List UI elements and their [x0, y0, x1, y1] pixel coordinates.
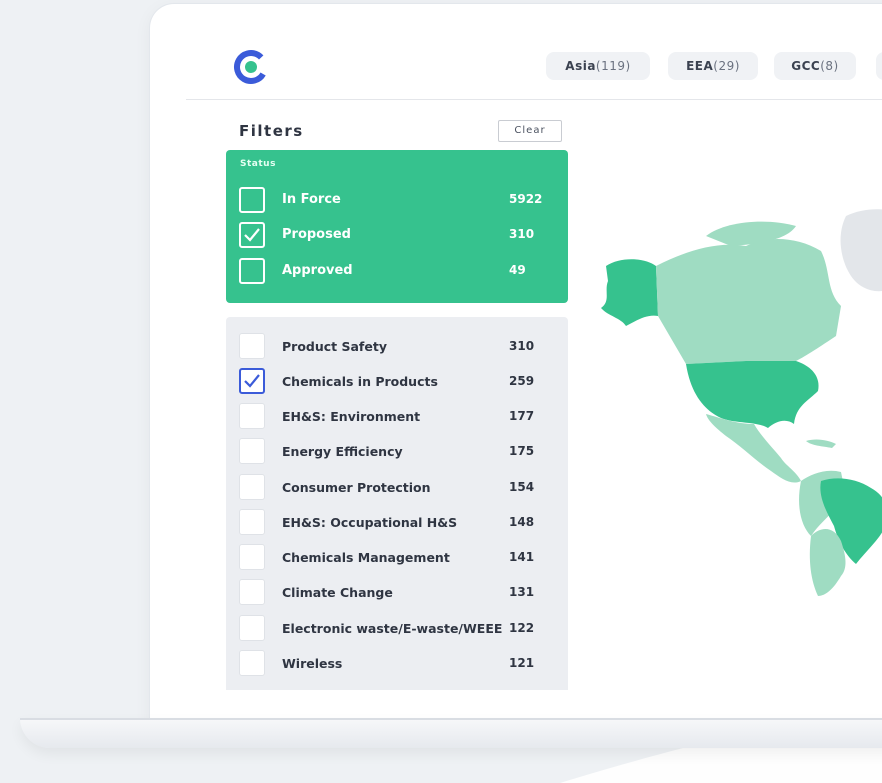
topic-item-label: Chemicals in Products — [282, 374, 438, 389]
topic-item-label: EH&S: Occupational H&S — [282, 515, 458, 530]
region-count: (8) — [820, 59, 839, 73]
topic-item[interactable]: Electronic waste/E-waste/WEEE 122 — [239, 615, 559, 641]
checkbox[interactable] — [239, 438, 265, 464]
checkbox-checked[interactable] — [239, 368, 265, 394]
region-name: Asia — [565, 59, 596, 73]
topic-item-count: 148 — [509, 515, 535, 529]
status-item-label: Approved — [282, 263, 353, 278]
topic-item-count: 175 — [509, 444, 535, 458]
topic-item-label: Climate Change — [282, 585, 393, 600]
status-item-count: 49 — [509, 263, 526, 277]
topic-item[interactable]: EH&S: Environment 177 — [239, 403, 559, 429]
world-map[interactable] — [596, 196, 882, 596]
status-item-label: In Force — [282, 192, 341, 207]
status-item-count: 310 — [509, 227, 535, 241]
topic-item[interactable]: Climate Change 131 — [239, 579, 559, 605]
map-region-mexico[interactable] — [706, 414, 801, 483]
checkbox[interactable] — [239, 187, 265, 213]
topic-item-label: Product Safety — [282, 339, 387, 354]
checkbox[interactable] — [239, 474, 265, 500]
topic-item-label: Electronic waste/E-waste/WEEE — [282, 621, 503, 636]
topic-item-count: 141 — [509, 550, 535, 564]
topic-item[interactable]: Chemicals Management 141 — [239, 544, 559, 570]
region-name: GCC — [791, 59, 821, 73]
region-name: EEA — [686, 59, 714, 73]
clear-filters-button[interactable]: Clear — [498, 120, 562, 142]
status-item-label: Proposed — [282, 227, 351, 242]
topic-item-count: 154 — [509, 480, 535, 494]
topic-item-count: 259 — [509, 374, 535, 388]
region-count: (29) — [713, 59, 740, 73]
checkbox[interactable] — [239, 615, 265, 641]
checkbox[interactable] — [239, 650, 265, 676]
topic-item[interactable]: Consumer Protection 154 — [239, 474, 559, 500]
topic-item-count: 310 — [509, 339, 535, 353]
topic-item[interactable]: Wireless 121 — [239, 650, 559, 676]
topic-item-count: 122 — [509, 621, 535, 635]
checkbox-checked[interactable] — [239, 222, 265, 248]
topic-item-count: 131 — [509, 585, 535, 599]
app-screen: Asia(119) EEA(29) GCC(8) Filters Clear S… — [186, 36, 882, 690]
status-item-approved[interactable]: Approved 49 — [239, 258, 559, 284]
region-count: (119) — [595, 59, 631, 73]
region-pill-gcc[interactable]: GCC(8) — [774, 52, 856, 80]
topic-item[interactable]: Energy Efficiency 175 — [239, 438, 559, 464]
topic-item-label: Chemicals Management — [282, 550, 450, 565]
topic-item[interactable]: Chemicals in Products 259 — [239, 368, 559, 394]
checkbox[interactable] — [239, 544, 265, 570]
status-item-in-force[interactable]: In Force 5922 — [239, 187, 559, 213]
map-region-usa[interactable] — [686, 361, 819, 428]
topic-filter-panel: Product Safety 310 Chemicals in Products… — [226, 317, 568, 690]
status-filter-panel: Status In Force 5922 Proposed 310 Approv… — [226, 150, 568, 303]
checkmark-icon — [244, 228, 260, 242]
topic-item[interactable]: EH&S: Occupational H&S 148 — [239, 509, 559, 535]
map-region-greenland[interactable] — [840, 209, 882, 292]
topic-item-label: EH&S: Environment — [282, 409, 421, 424]
topic-item-label: Consumer Protection — [282, 480, 431, 495]
checkbox[interactable] — [239, 579, 265, 605]
checkbox[interactable] — [239, 403, 265, 429]
checkbox[interactable] — [239, 509, 265, 535]
region-pill-asia[interactable]: Asia(119) — [546, 52, 650, 80]
topic-item-count: 177 — [509, 409, 535, 423]
map-region-canada[interactable] — [656, 239, 841, 364]
filters-title: Filters — [239, 122, 304, 140]
map-region-caribbean[interactable] — [806, 439, 836, 448]
laptop-hinge — [20, 718, 882, 720]
topic-item[interactable]: Product Safety 310 — [239, 333, 559, 359]
checkbox[interactable] — [239, 258, 265, 284]
map-region-alaska[interactable] — [601, 259, 658, 326]
region-pill-eea[interactable]: EEA(29) — [668, 52, 758, 80]
region-pill-partial[interactable] — [876, 52, 882, 80]
checkmark-icon — [244, 374, 260, 388]
topic-item-label: Energy Efficiency — [282, 444, 403, 459]
brand-logo-icon[interactable] — [232, 48, 270, 86]
status-item-proposed[interactable]: Proposed 310 — [239, 222, 559, 248]
status-label: Status — [240, 159, 276, 169]
laptop-base — [20, 718, 882, 748]
app-header: Asia(119) EEA(29) GCC(8) — [186, 36, 882, 100]
topic-item-label: Wireless — [282, 656, 343, 671]
status-item-count: 5922 — [509, 192, 543, 206]
checkbox[interactable] — [239, 333, 265, 359]
topic-item-count: 121 — [509, 656, 535, 670]
